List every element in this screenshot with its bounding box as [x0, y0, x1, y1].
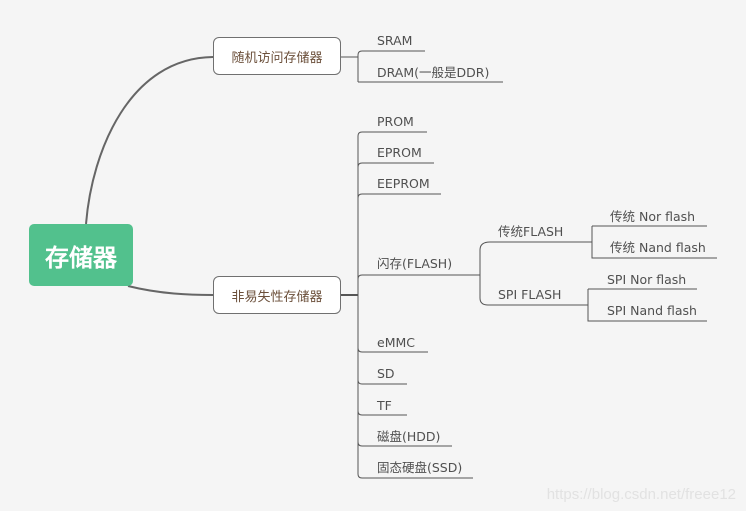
root-node[interactable]: 存储器 [29, 224, 133, 286]
leaf-node-spi-nand[interactable]: SPI Nand flash [607, 303, 697, 319]
leaf-node-hdd[interactable]: 磁盘(HDD) [377, 429, 440, 445]
branch-label: 随机访问存储器 [231, 50, 323, 66]
underline-flash [357, 274, 480, 280]
leaf-node-dram[interactable]: DRAM(一般是DDR) [377, 65, 489, 81]
node-spi-flash[interactable]: SPI FLASH [498, 287, 561, 303]
connector-root-to-nvm [127, 285, 214, 296]
root-label: 存储器 [45, 243, 117, 272]
leaf-node-trad-nor[interactable]: 传统 Nor flash [610, 209, 695, 225]
leaf-node-sd[interactable]: SD [377, 366, 395, 382]
leaf-node-ssd[interactable]: 固态硬盘(SSD) [377, 460, 462, 476]
branch-node-ram[interactable]: 随机访问存储器 [213, 37, 341, 75]
leaf-node-flash[interactable]: 闪存(FLASH) [377, 256, 452, 272]
underline-eprom [357, 162, 434, 168]
leaf-node-prom[interactable]: PROM [377, 114, 414, 130]
branch-node-nvm[interactable]: 非易失性存储器 [213, 276, 341, 314]
connector-root-to-ram [85, 56, 214, 225]
leaf-node-tf[interactable]: TF [377, 398, 392, 414]
underline-prom [357, 131, 427, 137]
leaf-node-eeprom[interactable]: EEPROM [377, 176, 430, 192]
leaf-node-spi-nor[interactable]: SPI Nor flash [607, 272, 686, 288]
node-trad-flash[interactable]: 传统FLASH [498, 224, 563, 240]
leaf-node-trad-nand[interactable]: 传统 Nand flash [610, 240, 706, 256]
underline-eeprom [357, 193, 441, 199]
watermark: https://blog.csdn.net/freee12 [546, 486, 736, 503]
leaf-node-emmc[interactable]: eMMC [377, 335, 415, 351]
leaf-node-sram[interactable]: SRAM [377, 33, 412, 49]
branch-label: 非易失性存储器 [231, 289, 323, 305]
leaf-node-eprom[interactable]: EPROM [377, 145, 422, 161]
